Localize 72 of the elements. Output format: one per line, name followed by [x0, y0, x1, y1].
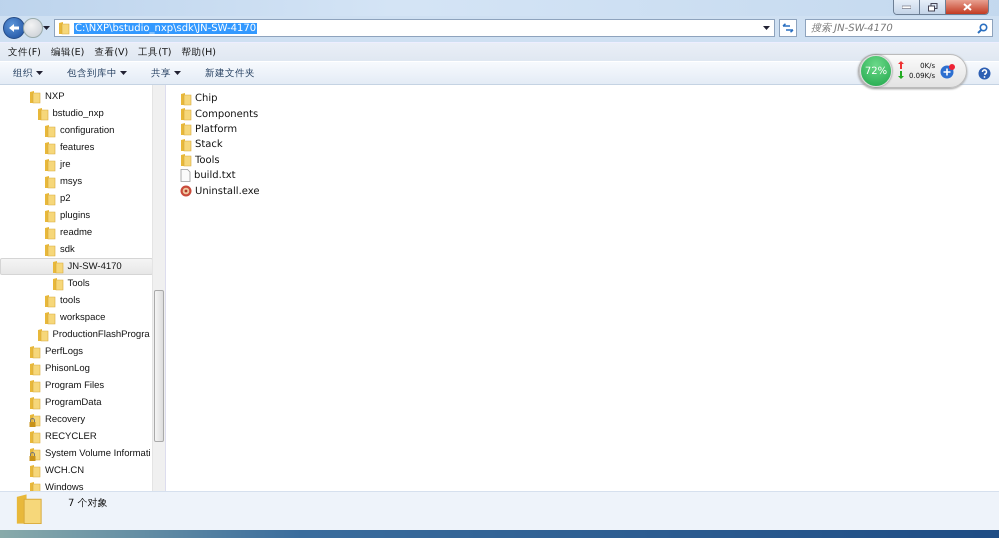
scrollbar[interactable]: [152, 85, 165, 491]
minimize-button[interactable]: [894, 0, 920, 14]
tree-item[interactable]: Tools: [0, 275, 153, 292]
file-item[interactable]: Components: [180, 106, 258, 122]
file-item[interactable]: Uninstall.exe: [180, 183, 260, 199]
upload-arrow-icon: [898, 61, 904, 69]
caret-icon[interactable]: [43, 26, 50, 30]
help-icon[interactable]: [978, 66, 991, 80]
file-item[interactable]: Stack: [180, 137, 223, 153]
search-icon: [977, 23, 988, 34]
toolbar-button[interactable]: 共享: [144, 64, 188, 82]
tree-item[interactable]: RECYCLER: [0, 428, 153, 445]
folder-icon: [180, 122, 192, 136]
search-field[interactable]: 搜索 JN-SW-4170: [805, 19, 993, 37]
item-count: 7 个对象: [68, 496, 108, 510]
file-item[interactable]: Tools: [180, 152, 220, 168]
tree-item[interactable]: PerfLogs: [0, 343, 153, 360]
usage-gauge: 72%: [860, 55, 892, 87]
tree-item[interactable]: PhisonLog: [0, 360, 153, 377]
tree-item[interactable]: configuration: [0, 122, 153, 139]
tree-item[interactable]: jre: [0, 156, 153, 173]
toolbar-button[interactable]: 包含到库中: [60, 64, 134, 82]
dropdown-caret-icon[interactable]: [763, 26, 770, 30]
tree-item[interactable]: WCH.CN: [0, 462, 153, 479]
caret-icon: [36, 70, 44, 76]
minimize-icon: [902, 5, 911, 9]
back-button[interactable]: [3, 17, 25, 39]
menu-item[interactable]: 文件(F): [3, 44, 46, 60]
tree-item[interactable]: p2: [0, 190, 153, 207]
refresh-button[interactable]: [779, 19, 797, 37]
scrollbar-thumb[interactable]: [154, 290, 164, 442]
file-item[interactable]: build.txt: [180, 168, 236, 184]
menu-item[interactable]: 查看(V): [89, 44, 134, 60]
plus-icon[interactable]: [940, 63, 956, 79]
tree-item[interactable]: workspace: [0, 309, 153, 326]
tree-item[interactable]: JN-SW-4170: [0, 258, 153, 275]
folder-icon: [180, 153, 192, 168]
toolbar-button[interactable]: 新建文件夹: [198, 64, 262, 82]
caret-icon: [174, 70, 182, 76]
tree-item[interactable]: Recovery: [0, 411, 153, 428]
folder-icon: [58, 21, 70, 35]
file-item[interactable]: Platform: [180, 122, 238, 138]
folder-icon: [180, 107, 192, 122]
menu-item[interactable]: 编辑(E): [46, 44, 90, 60]
download-arrow-icon: [898, 71, 904, 79]
close-icon: [962, 3, 972, 11]
tree-item[interactable]: bstudio_nxp: [0, 105, 153, 122]
restore-button[interactable]: [920, 0, 946, 14]
tree-item[interactable]: features: [0, 139, 153, 156]
tree-item[interactable]: plugins: [0, 207, 153, 224]
restore-icon: [928, 2, 938, 12]
back-arrow-icon: [8, 23, 20, 33]
tree-item[interactable]: msys: [0, 173, 153, 190]
text-file-icon: [180, 169, 191, 182]
tree-item[interactable]: ProductionFlashProgra: [0, 326, 153, 343]
tree-item[interactable]: readme: [0, 224, 153, 241]
tree-item[interactable]: Program Files: [0, 377, 153, 394]
close-button[interactable]: [946, 0, 988, 14]
toolbar-button[interactable]: 组织: [6, 64, 50, 82]
tree-item[interactable]: ProgramData: [0, 394, 153, 411]
tree-item[interactable]: System Volume Informati: [0, 445, 153, 462]
folder-icon: [180, 92, 192, 106]
refresh-icon: [782, 23, 794, 33]
menu-item[interactable]: 帮助(H): [176, 44, 222, 60]
menu-item[interactable]: 工具(T): [133, 44, 176, 60]
folder-icon: [180, 138, 192, 152]
caret-icon: [120, 70, 128, 76]
file-item[interactable]: Chip: [180, 91, 218, 106]
installer-icon: [180, 185, 192, 198]
tree-item[interactable]: tools: [0, 292, 153, 309]
tree-item[interactable]: sdk: [0, 241, 153, 258]
tree-item[interactable]: NXP: [0, 88, 153, 105]
